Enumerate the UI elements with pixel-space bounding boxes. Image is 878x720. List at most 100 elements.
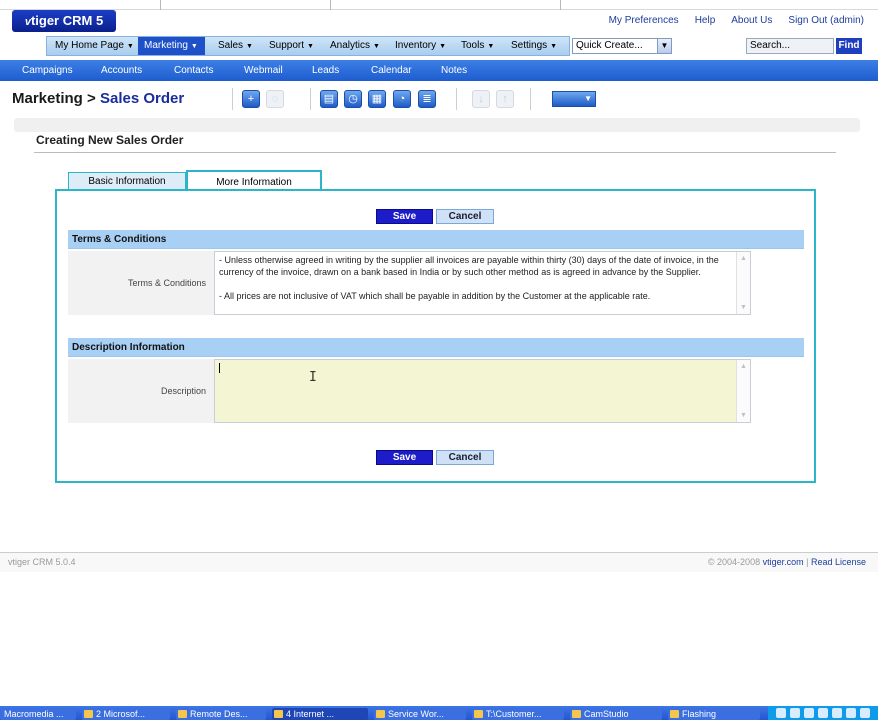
browser-toolbar-strip [0, 0, 878, 10]
chat-icon[interactable]: ◔ [393, 90, 411, 108]
footer: vtiger CRM 5.0.4 © 2004-2008 vtiger.com … [0, 552, 878, 572]
section-title: Creating New Sales Order [36, 133, 184, 147]
section-rule [34, 152, 836, 153]
chevron-down-icon: ▼ [373, 43, 380, 50]
folder-icon [474, 710, 483, 718]
chevron-down-icon: ▼ [487, 43, 495, 50]
save-button-top[interactable]: Save [376, 209, 433, 224]
top-links: My Preferences Help About Us Sign Out (a… [609, 15, 864, 26]
chevron-down-icon: ▼ [550, 43, 558, 50]
tab-marketing[interactable]: Marketing ▼ [138, 37, 205, 55]
vtiger-site-link[interactable]: vtiger.com [763, 557, 804, 567]
subnav-campaigns[interactable]: Campaigns [22, 60, 73, 81]
calculator-icon[interactable]: ▦ [368, 90, 386, 108]
tab-basic-information[interactable]: Basic Information [68, 172, 186, 190]
clock-icon[interactable]: ◷ [344, 90, 362, 108]
save-button-bottom[interactable]: Save [376, 450, 433, 465]
vtiger-logo[interactable]: vtiger CRM 5 [12, 10, 116, 32]
text-cursor-icon: I [309, 370, 317, 385]
export-icon: ↑ [496, 90, 514, 108]
taskbar-item[interactable]: Service Wor... [374, 708, 466, 720]
search-input[interactable]: Search... [746, 38, 834, 54]
app-icon [572, 710, 581, 718]
tab-analytics[interactable]: Analytics ▼ [326, 37, 384, 55]
tray-icon[interactable] [860, 708, 870, 718]
subnav-leads[interactable]: Leads [312, 60, 339, 81]
cancel-button-top[interactable]: Cancel [436, 209, 494, 224]
taskbar-item[interactable]: T:\Customer... [472, 708, 564, 720]
taskbar-item[interactable]: 2 Microsof... [82, 708, 170, 720]
scroll-up-icon[interactable]: ▲ [737, 252, 750, 265]
breadcrumb-page[interactable]: Sales Order [100, 90, 184, 107]
cancel-button-bottom[interactable]: Cancel [436, 450, 494, 465]
taskbar-item[interactable]: Flashing [668, 708, 760, 720]
chevron-down-icon: ▼ [246, 43, 253, 50]
scroll-up-icon[interactable]: ▲ [737, 360, 750, 373]
terms-row: Terms & Conditions - Unless otherwise ag… [68, 251, 804, 315]
description-label: Description [68, 359, 214, 423]
help-link[interactable]: Help [695, 15, 716, 26]
terms-textarea[interactable]: - Unless otherwise agreed in writing by … [214, 251, 751, 315]
tray-icon[interactable] [818, 708, 828, 718]
tab-inventory[interactable]: Inventory ▼ [391, 37, 450, 55]
description-block-header: Description Information [68, 338, 804, 357]
page-title: Marketing > Sales Order [12, 90, 185, 107]
tray-icon[interactable] [804, 708, 814, 718]
tab-settings[interactable]: Settings ▼ [507, 37, 561, 55]
tray-icon[interactable] [776, 708, 786, 718]
text-caret [219, 363, 220, 373]
app-icon [376, 710, 385, 718]
app-icon [670, 710, 679, 718]
subnav-notes[interactable]: Notes [441, 60, 467, 81]
breadcrumb-module[interactable]: Marketing [12, 90, 83, 107]
subnav-webmail[interactable]: Webmail [244, 60, 283, 81]
sub-navigation: Campaigns Accounts Contacts Webmail Lead… [0, 60, 878, 81]
system-tray [768, 706, 878, 720]
my-preferences-link[interactable]: My Preferences [609, 15, 679, 26]
chevron-down-icon: ▼ [126, 43, 134, 50]
calendar-icon[interactable]: ▤ [320, 90, 338, 108]
search-icon: ◌ [266, 90, 284, 108]
settings-dropdown-icon[interactable]: ▼ [552, 91, 596, 107]
tray-icon[interactable] [846, 708, 856, 718]
create-icon[interactable]: + [242, 90, 260, 108]
description-row: Description I ▲ ▼ [68, 359, 804, 423]
terms-scrollbar[interactable]: ▲ ▼ [736, 252, 750, 314]
scroll-down-icon[interactable]: ▼ [737, 409, 750, 422]
footer-copyright: © 2004-2008 vtiger.com | Read License [707, 557, 866, 567]
app-icon [274, 710, 283, 718]
subnav-contacts[interactable]: Contacts [174, 60, 213, 81]
notes-icon[interactable]: ≣ [418, 90, 436, 108]
description-textarea[interactable]: I ▲ ▼ [214, 359, 751, 423]
scroll-down-icon[interactable]: ▼ [737, 301, 750, 314]
app-icon [178, 710, 187, 718]
tab-my-home-page[interactable]: My Home Page ▼ [51, 37, 138, 55]
quick-create-select[interactable]: Quick Create... ▼ [572, 38, 672, 54]
find-button[interactable]: Find [836, 38, 862, 54]
tab-more-information[interactable]: More Information [186, 170, 322, 191]
browser-page: vtiger CRM 5 My Preferences Help About U… [0, 0, 878, 720]
windows-taskbar: Macromedia ... 2 Microsof... Remote Des.… [0, 706, 878, 720]
chevron-down-icon: ▼ [307, 43, 314, 50]
taskbar-item[interactable]: Macromedia ... [0, 708, 76, 720]
taskbar-item[interactable]: 4 Internet ... [272, 708, 368, 720]
footer-version: vtiger CRM 5.0.4 [8, 557, 76, 567]
terms-block-header: Terms & Conditions [68, 230, 804, 249]
tab-tools[interactable]: Tools ▼ [457, 37, 498, 55]
sign-out-link[interactable]: Sign Out (admin) [788, 15, 864, 26]
description-scrollbar[interactable]: ▲ ▼ [736, 360, 750, 422]
subnav-calendar[interactable]: Calendar [371, 60, 412, 81]
import-icon: ↓ [472, 90, 490, 108]
tray-icon[interactable] [790, 708, 800, 718]
taskbar-item[interactable]: CamStudio [570, 708, 662, 720]
about-us-link[interactable]: About Us [731, 15, 772, 26]
tab-sales[interactable]: Sales ▼ [214, 37, 257, 55]
read-license-link[interactable]: Read License [811, 557, 866, 567]
terms-label: Terms & Conditions [68, 251, 214, 315]
tray-icon[interactable] [832, 708, 842, 718]
chevron-down-icon: ▼ [439, 43, 447, 50]
subnav-accounts[interactable]: Accounts [101, 60, 142, 81]
app-icon [84, 710, 93, 718]
tab-support[interactable]: Support ▼ [265, 37, 318, 55]
taskbar-item[interactable]: Remote Des... [176, 708, 266, 720]
